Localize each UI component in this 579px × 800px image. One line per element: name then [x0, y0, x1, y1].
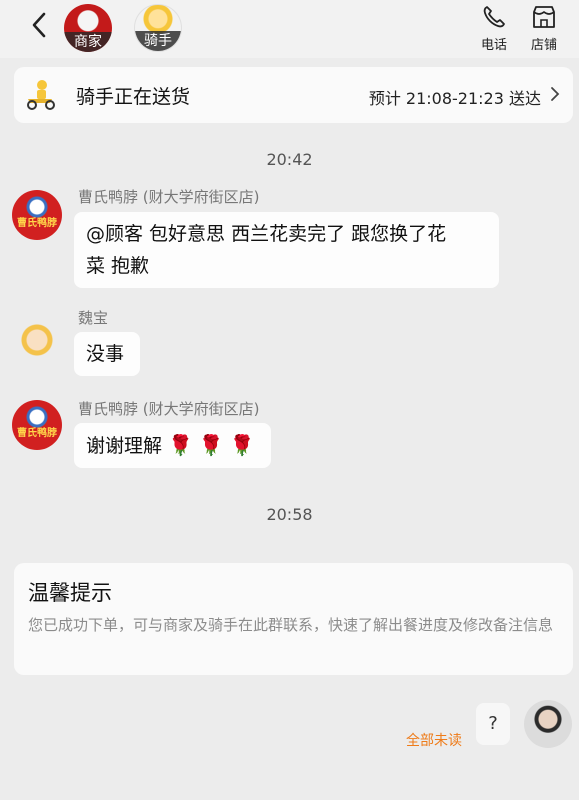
user-avatar[interactable]	[524, 700, 572, 748]
rose-icon: 🌹	[198, 433, 224, 457]
store-label: 店铺	[530, 38, 557, 53]
merchant-avatar[interactable]: 曹氏鸭脖	[12, 190, 62, 240]
merchant-avatar[interactable]: 曹氏鸭脖	[12, 400, 62, 450]
rider-tab-label: 骑手	[135, 31, 181, 51]
help-button[interactable]: ?	[476, 703, 510, 745]
rose-icon: 🌹	[168, 433, 193, 457]
tip-title: 温馨提示	[28, 581, 112, 605]
store-button[interactable]: 店铺	[524, 4, 564, 53]
sender-name: 曹氏鸭脖 (财大学府街区店)	[78, 400, 260, 418]
phone-icon	[483, 6, 505, 28]
message-line: 菜 抱歉	[86, 255, 150, 277]
phone-button[interactable]: 电话	[474, 4, 514, 53]
message-bubble[interactable]: @顾客 包好意思 西兰花卖完了 跟您换了花 菜 抱歉	[74, 212, 499, 288]
message-line: 没事	[86, 343, 125, 365]
timestamp: 20:58	[266, 505, 313, 524]
delivery-eta: 预计 21:08-21:23 送达	[368, 89, 541, 108]
sender-name: 魏宝	[78, 309, 109, 327]
message-line: 谢谢理解	[86, 435, 163, 457]
back-icon[interactable]	[26, 10, 54, 40]
tip-card: 温馨提示 您已成功下单，可与商家及骑手在此群联系，快速了解出餐进度及修改备注信息	[14, 563, 573, 675]
message-bubble[interactable]: 没事	[74, 332, 140, 376]
message-line: @顾客 包好意思 西兰花卖完了 跟您换了花	[86, 223, 447, 245]
delivery-status-card[interactable]: 骑手正在送货 预计 21:08-21:23 送达	[14, 67, 573, 123]
rose-icon: 🌹	[229, 433, 255, 457]
rider-tab[interactable]: 骑手	[134, 4, 182, 52]
rider-avatar[interactable]	[12, 310, 62, 360]
delivery-status-text: 骑手正在送货	[76, 86, 191, 108]
chevron-right-icon	[551, 87, 560, 101]
store-icon	[533, 6, 555, 28]
sender-name: 曹氏鸭脖 (财大学府街区店)	[78, 188, 260, 206]
merchant-tab-label: 商家	[64, 32, 112, 52]
merchant-avatar-text: 曹氏鸭脖	[17, 428, 57, 439]
tip-body: 您已成功下单，可与商家及骑手在此群联系，快速了解出餐进度及修改备注信息	[28, 616, 554, 634]
scooter-icon	[27, 80, 55, 110]
message-bubble[interactable]: 谢谢理解 🌹 🌹 🌹	[74, 423, 271, 468]
merchant-avatar-text: 曹氏鸭脖	[17, 218, 57, 229]
chat-header: 商家 骑手 电话 店铺	[0, 0, 579, 58]
merchant-tab[interactable]: 商家	[64, 4, 112, 52]
unread-all-link[interactable]: 全部未读	[406, 730, 462, 750]
phone-label: 电话	[480, 38, 507, 53]
timestamp: 20:42	[266, 150, 313, 169]
